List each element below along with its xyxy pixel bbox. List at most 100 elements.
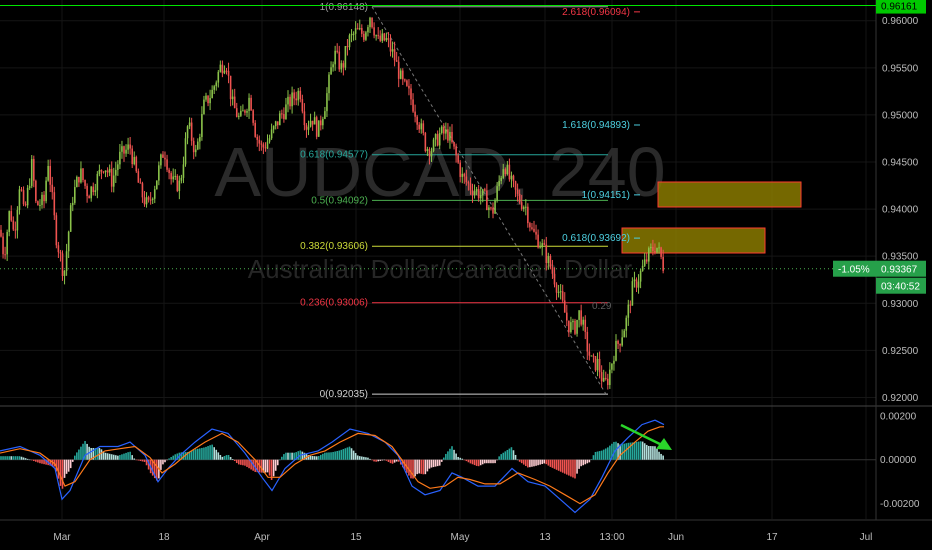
macd-histogram-bar <box>490 459 492 464</box>
macd-histogram-bar <box>246 459 248 467</box>
candle-body <box>367 27 369 33</box>
macd-histogram-bar <box>63 459 66 478</box>
candle-body <box>221 64 224 74</box>
fib-extension-label: 0.618(0.93692) <box>562 233 630 244</box>
macd-histogram-bar <box>504 451 507 460</box>
macd-histogram-bar <box>26 458 29 460</box>
time-axis-label: Jul <box>860 532 873 543</box>
candle-body <box>566 312 568 321</box>
macd-histogram-bar <box>375 459 377 462</box>
fib-retracement-label: 0.236(0.93006) <box>300 298 368 309</box>
chart[interactable]: AUDCAD, 240 Australian Dollar/Canadian D… <box>0 0 932 550</box>
macd-histogram-bar <box>662 455 664 460</box>
macd-histogram-bar <box>510 447 513 460</box>
candle-body <box>63 270 66 276</box>
macd-histogram-bar <box>463 459 466 461</box>
macd-histogram-bar <box>139 459 142 461</box>
candle-body <box>30 159 33 187</box>
supply-zone-upper[interactable] <box>657 181 802 208</box>
candle-body <box>141 183 144 198</box>
candle-body <box>102 171 105 173</box>
macd-pane[interactable] <box>0 419 876 514</box>
candle-body <box>303 111 306 126</box>
fib-extension-label: 0.29 <box>592 301 612 312</box>
macd-histogram-bar <box>344 448 347 460</box>
price-axis-tick: 0.94000 <box>882 205 919 216</box>
candle-body <box>557 291 560 293</box>
candle-body <box>645 259 648 262</box>
candle-body <box>340 63 343 70</box>
candle-body <box>498 181 500 187</box>
candle-body <box>139 182 142 184</box>
macd-histogram-bar <box>492 459 494 464</box>
macd-histogram-bar <box>572 459 574 478</box>
time-axis-label: 18 <box>158 532 170 543</box>
candle-body <box>43 194 45 202</box>
candle-body <box>6 231 8 255</box>
macd-histogram-bar <box>621 444 623 460</box>
candle-body <box>623 330 625 338</box>
candle-body <box>637 281 640 288</box>
macd-histogram-bar <box>373 459 375 462</box>
candle-body <box>385 38 388 41</box>
candle-body <box>322 118 324 126</box>
candle-body <box>525 206 527 208</box>
candle-body <box>445 129 447 134</box>
supply-zone-lower[interactable] <box>621 227 766 254</box>
candle-body <box>197 141 199 150</box>
candle-body <box>451 131 453 143</box>
macd-histogram-bar <box>209 445 211 460</box>
macd-histogram-bar <box>320 454 322 460</box>
candle-body <box>14 229 17 231</box>
candle-body <box>363 33 365 40</box>
candle-body <box>129 144 131 149</box>
macd-histogram-bar <box>90 447 92 460</box>
candle-body <box>369 17 371 28</box>
macd-histogram-bar <box>309 455 312 460</box>
candle-body <box>248 97 250 111</box>
candle-body <box>55 215 58 246</box>
macd-histogram-bar <box>475 459 478 466</box>
candle-body <box>422 123 425 133</box>
macd-histogram-bar <box>578 459 580 469</box>
candle-body <box>194 149 197 153</box>
candle-body <box>39 204 41 206</box>
macd-histogram-bar <box>168 458 170 460</box>
macd-histogram-bar <box>574 459 576 479</box>
candle-body <box>619 343 621 346</box>
candle-body <box>529 223 531 228</box>
candle-body <box>371 17 373 28</box>
macd-histogram-bar <box>455 453 457 460</box>
candle-body <box>168 169 170 174</box>
candle-body <box>313 117 316 125</box>
candle-body <box>504 169 507 175</box>
macd-histogram-bar <box>549 459 552 467</box>
candle-body <box>153 189 156 199</box>
candle-body <box>137 171 140 183</box>
candle-body <box>131 148 133 165</box>
candle-body <box>652 246 654 252</box>
candle-body <box>225 70 228 72</box>
macd-histogram-bar <box>650 446 652 460</box>
candle-body <box>334 50 336 65</box>
macd-histogram-bar <box>129 451 131 460</box>
candle-body <box>86 185 88 197</box>
candle-body <box>285 104 287 120</box>
macd-histogram-bar <box>219 454 222 460</box>
macd-histogram-bar <box>369 458 371 460</box>
candle-body <box>53 192 56 216</box>
macd-histogram-bar <box>74 455 76 460</box>
time-axis-label: Apr <box>254 532 270 543</box>
candle-body <box>641 265 644 271</box>
macd-histogram-bar <box>311 456 314 460</box>
macd-histogram-bar <box>317 456 320 460</box>
macd-histogram-bar <box>203 447 205 460</box>
candle-body <box>82 168 84 180</box>
candle-body <box>235 108 238 117</box>
candle-body <box>88 196 90 199</box>
candle-body <box>578 310 580 320</box>
candle-body <box>2 236 4 255</box>
candle-body <box>434 134 437 140</box>
candle-body <box>227 70 230 76</box>
macd-histogram-bar <box>377 459 379 462</box>
